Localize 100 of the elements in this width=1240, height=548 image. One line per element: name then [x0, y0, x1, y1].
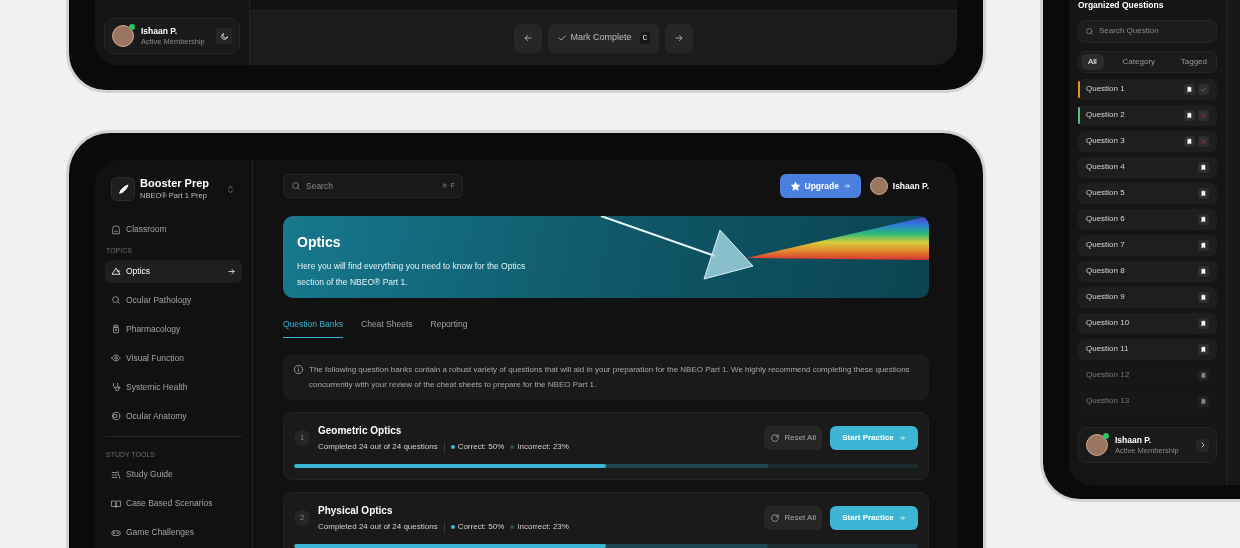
nav-item[interactable]: Ocular Pathology	[105, 288, 242, 312]
user-name: Ishaan P.	[141, 26, 179, 37]
search-field[interactable]: Search Question	[1078, 19, 1217, 43]
nav-item[interactable]: Pharmacology	[105, 317, 242, 341]
arrow-right-icon	[674, 33, 685, 43]
correct-stat: Correct: 50%	[457, 440, 505, 453]
bank-title: Geometric Optics	[318, 423, 403, 438]
bookmark-icon	[1200, 371, 1207, 379]
avatar	[1086, 434, 1108, 456]
search-input[interactable]: Search	[306, 179, 438, 193]
question-item[interactable]: Question 10	[1078, 312, 1217, 334]
nav-item[interactable]: Optics	[105, 259, 242, 283]
incorrect-stat: Incorrect: 23%	[517, 520, 569, 533]
mark-complete-button[interactable]: Mark Complete C	[547, 23, 660, 53]
bookmark-toggle[interactable]	[1198, 317, 1209, 329]
bookmark-toggle[interactable]	[1198, 291, 1209, 303]
bottle-icon	[111, 324, 121, 334]
bookmark-toggle[interactable]	[1184, 109, 1195, 121]
reset-button[interactable]: Reset All	[764, 505, 822, 530]
eyeball-icon	[111, 411, 121, 421]
question-item[interactable]: Question 4	[1078, 156, 1217, 178]
filter-tab[interactable]: All	[1081, 53, 1104, 70]
nav-item[interactable]: Systemic Health	[105, 375, 242, 399]
bookmark-toggle[interactable]	[1184, 135, 1195, 147]
search-icon	[111, 295, 121, 305]
arrow-right-icon	[897, 433, 906, 442]
nav-item[interactable]: Classroom	[105, 218, 242, 241]
nav-item[interactable]: Game Challenges	[105, 521, 242, 544]
bank-title: Physical Optics	[318, 503, 394, 518]
bookmark-icon	[1200, 397, 1207, 405]
nav-item[interactable]: Ocular Anatomy	[105, 404, 242, 428]
tab[interactable]: Cheat Sheets	[361, 318, 413, 338]
reset-button[interactable]: Reset All	[764, 425, 822, 450]
arrow-right-icon	[227, 266, 236, 276]
bookmark-toggle[interactable]	[1198, 343, 1209, 355]
question-item[interactable]: Question 11	[1078, 338, 1217, 360]
bookmark-icon	[1200, 319, 1207, 327]
user-name: Ishaan P.	[892, 179, 929, 193]
book-icon	[111, 498, 121, 509]
bookmark-icon	[1200, 241, 1207, 249]
bookmark-icon	[1186, 137, 1193, 145]
question-item[interactable]: Question 3	[1078, 130, 1217, 152]
bookmark-icon	[1200, 215, 1207, 223]
question-item[interactable]: Question 7	[1078, 234, 1217, 256]
bookmark-toggle[interactable]	[1198, 187, 1209, 199]
upgrade-button[interactable]: Upgrade	[779, 174, 861, 198]
question-item[interactable]: Question 5	[1078, 182, 1217, 204]
arrow-right-icon	[897, 513, 906, 522]
question-item[interactable]: Question 1	[1078, 78, 1217, 100]
bookmark-icon	[1200, 163, 1207, 171]
bookmark-toggle[interactable]	[1198, 213, 1209, 225]
completion-text: Completed 24 out of 24 questions	[318, 440, 438, 453]
filter-tab[interactable]: Tagged	[1173, 53, 1214, 70]
info-text: The following question banks contain a robust variety of questions that will aid in your preparation for the NBEO Part 1. We highly recommend completing these questions concurrently with your review of the cheat sheets to prepare for the NBEO Part 1.	[309, 363, 911, 391]
tab[interactable]: Reporting	[430, 318, 468, 338]
avatar	[869, 177, 888, 195]
incorrect-stat: Incorrect: 23%	[517, 440, 569, 453]
refresh-icon	[770, 512, 781, 523]
check-icon	[556, 33, 567, 43]
bookmark-icon	[1186, 85, 1193, 93]
arrow-left-icon	[522, 33, 533, 43]
question-item[interactable]: Question 9	[1078, 286, 1217, 308]
moon-icon	[219, 31, 229, 41]
question-item[interactable]: Question 6	[1078, 208, 1217, 230]
panel-title: Organized Questions	[1078, 0, 1165, 12]
completion-text: Completed 24 out of 24 questions	[318, 520, 438, 533]
bookmark-toggle[interactable]	[1198, 161, 1209, 173]
info-icon	[293, 363, 304, 375]
shortcut-key: C	[639, 32, 651, 44]
question-item[interactable]: Question 8	[1078, 260, 1217, 282]
stethoscope-icon	[111, 382, 121, 392]
gamepad-icon	[111, 527, 121, 538]
nav-item[interactable]: Study Guide	[105, 463, 242, 486]
banner-description: Here you will find everything you need to know for the Optics section of the NBEO® Part 1.	[297, 260, 527, 289]
banner-title: Optics	[297, 233, 342, 252]
bookmark-toggle[interactable]	[1184, 83, 1195, 95]
workspace-switcher[interactable]	[225, 183, 236, 195]
bookmark-icon	[1186, 111, 1193, 119]
user-name: Ishaan P.	[1115, 435, 1153, 446]
chevron-up-down-icon	[225, 183, 236, 195]
eye-icon	[111, 353, 121, 363]
house-icon	[111, 224, 121, 235]
expand-button[interactable]	[1196, 438, 1209, 452]
tab[interactable]: Question Banks	[283, 318, 343, 338]
nav-item[interactable]: Visual Function	[105, 346, 242, 370]
bookmark-icon	[1200, 345, 1207, 353]
refresh-icon	[770, 432, 781, 443]
question-item[interactable]: Question 2	[1078, 104, 1217, 126]
bookmark-toggle[interactable]	[1198, 239, 1209, 251]
bookmark-toggle[interactable]	[1198, 265, 1209, 277]
arrow-right-icon	[843, 182, 851, 190]
bookmark-icon	[1200, 267, 1207, 275]
search-input[interactable]: Search Question	[1099, 25, 1210, 38]
search-icon	[291, 181, 301, 191]
triangle-icon	[111, 266, 121, 276]
nav-item[interactable]: Case Based Scenarios	[105, 492, 242, 515]
filter-tab[interactable]: Category	[1115, 53, 1163, 70]
bookmark-icon	[1200, 293, 1207, 301]
theme-toggle[interactable]	[216, 28, 232, 44]
list-icon	[111, 469, 121, 480]
